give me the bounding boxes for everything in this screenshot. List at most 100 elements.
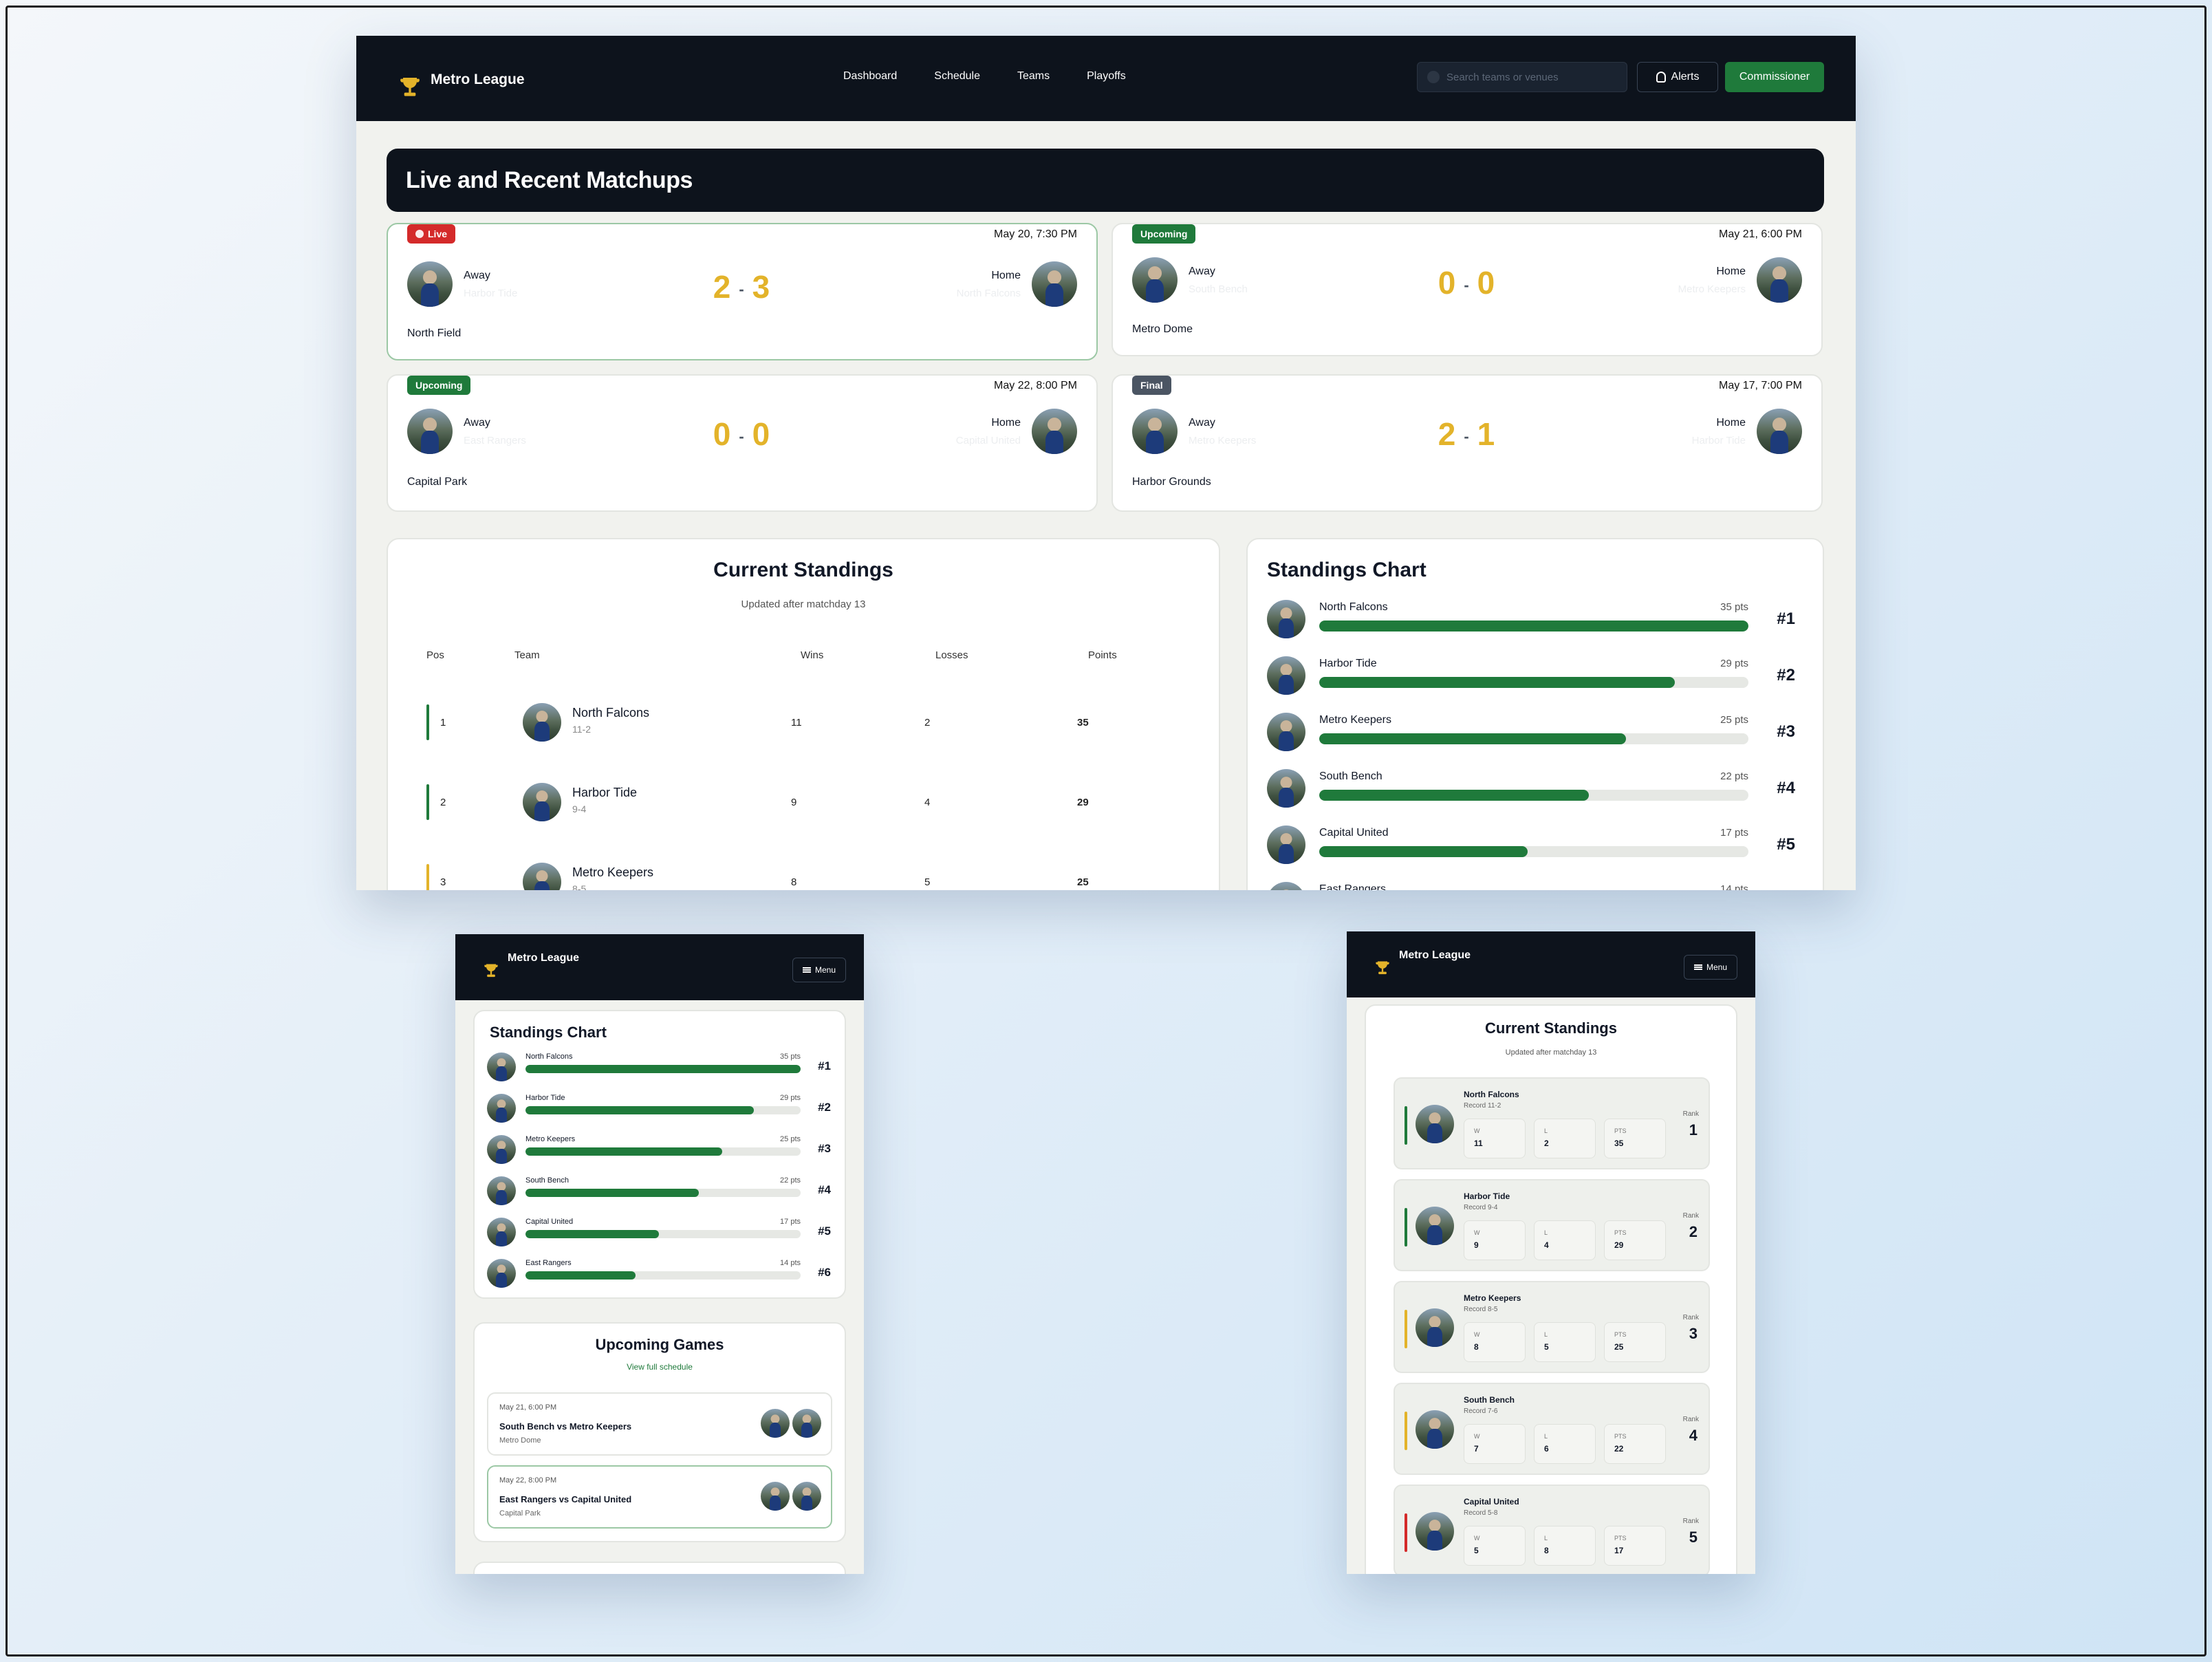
search-input[interactable]: Search teams or venues	[1417, 62, 1627, 92]
bar-points: 22 pts	[780, 1176, 801, 1185]
standing-card[interactable]: Harbor Tide Record 9-4 W 9 L 4 PTS 29 Rank 2	[1394, 1179, 1710, 1271]
brand-name[interactable]: Metro League	[508, 952, 579, 964]
alerts-button[interactable]: Alerts	[1637, 62, 1718, 92]
rank-label: Rank	[1682, 1212, 1699, 1220]
game-venue: Capital Park	[499, 1509, 541, 1518]
away-score: 2	[1438, 416, 1457, 452]
upcoming-games-panel: Upcoming Games View full schedule May 21…	[473, 1322, 846, 1542]
bar-points: 14 pts	[780, 1259, 801, 1267]
col-team: Team	[514, 649, 540, 661]
standings-chart-panel: Standings Chart North Falcons 35 pts #1 …	[473, 1010, 846, 1299]
standing-card[interactable]: Capital United Record 5-8 W 5 L 8 PTS 17 Rank 5	[1394, 1485, 1710, 1574]
score: 0-0	[1113, 264, 1821, 301]
wins-box: W 11	[1464, 1119, 1526, 1158]
status-label: Upcoming	[1140, 228, 1188, 239]
menu-button[interactable]: Menu	[792, 958, 846, 982]
chart-row: North Falcons 35 pts #1	[487, 1053, 831, 1088]
match-card[interactable]: Upcoming May 21, 6:00 PM Away South Benc…	[1112, 223, 1823, 356]
table-row[interactable]: 2 Harbor Tide 9-4 9 4 29	[388, 770, 1219, 825]
bar-track	[1319, 846, 1748, 857]
table-row[interactable]: 1 North Falcons 11-2 11 2 35	[388, 691, 1219, 746]
alerts-label: Alerts	[1671, 71, 1700, 83]
points-box: PTS 29	[1604, 1220, 1666, 1260]
team-name: Harbor Tide	[1464, 1191, 1510, 1201]
standings-subtitle: Updated after matchday 13	[741, 598, 866, 610]
bar-rank: #1	[1777, 609, 1795, 628]
team-avatar	[1416, 1308, 1454, 1347]
bar-points: 25 pts	[1720, 714, 1748, 726]
nav-schedule[interactable]: Schedule	[934, 70, 980, 83]
standings-title: Current Standings	[1485, 1019, 1617, 1037]
team-avatar	[523, 783, 561, 821]
team-avatar	[1267, 713, 1305, 751]
bell-icon	[1656, 72, 1666, 83]
game-card[interactable]: May 22, 8:00 PM East Rangers vs Capital …	[487, 1465, 832, 1529]
chart-row: Capital United 17 pts #5	[487, 1218, 831, 1253]
rank-accent	[1405, 1412, 1407, 1450]
trophy-icon	[1373, 959, 1394, 980]
bar-rank: #2	[818, 1101, 831, 1114]
score-separator: -	[1464, 427, 1471, 445]
bar-team-name: North Falcons	[1319, 601, 1388, 613]
losses-value: 2	[1544, 1138, 1549, 1148]
bar-points: 35 pts	[780, 1053, 801, 1061]
bar-team-name: East Rangers	[525, 1259, 572, 1267]
status-badge: Upcoming	[1132, 224, 1196, 244]
col-pos: Pos	[426, 649, 444, 661]
chart-row: Harbor Tide 29 pts #2	[487, 1094, 831, 1130]
standing-card[interactable]: North Falcons Record 11-2 W 11 L 2 PTS 35 Rank 1	[1394, 1077, 1710, 1169]
bar-track	[525, 1271, 801, 1280]
points-box: PTS 22	[1604, 1424, 1666, 1464]
chart-row: Metro Keepers 25 pts #3	[487, 1135, 831, 1171]
team-avatar	[792, 1409, 821, 1438]
match-card[interactable]: Upcoming May 22, 8:00 PM Away East Range…	[387, 374, 1098, 512]
wins-box: W8	[1464, 1322, 1526, 1362]
view-schedule-link[interactable]: View full schedule	[475, 1362, 845, 1372]
standing-card[interactable]: South Bench Record 7-6 W 7 L 6 PTS 22 Rank 4	[1394, 1383, 1710, 1475]
table-row[interactable]: 3 Metro Keepers 8-5 8 5 25	[388, 850, 1219, 890]
wins-value: 7	[1474, 1444, 1479, 1454]
losses-value: 8	[1544, 1546, 1549, 1555]
team-avatar	[1267, 600, 1305, 638]
nav-dashboard[interactable]: Dashboard	[843, 70, 897, 83]
match-card[interactable]: Live May 20, 7:30 PM Away Harbor Tide 2-…	[387, 223, 1098, 360]
brand-name: Metro League	[431, 72, 525, 87]
standings-subtitle: Updated after matchday 13	[1505, 1048, 1597, 1057]
search-icon	[1427, 71, 1440, 83]
bar-track	[525, 1147, 801, 1156]
home-avatar	[1757, 257, 1802, 303]
menu-button[interactable]: Menu	[1684, 955, 1737, 980]
bar-rank: #3	[1777, 722, 1795, 741]
rank-value: 1	[1689, 1121, 1698, 1138]
losses-label: L	[1544, 1433, 1548, 1440]
points-box: PTS 17	[1604, 1526, 1666, 1566]
losses-cell: 5	[924, 876, 931, 888]
standing-card[interactable]: Metro Keepers Record 8-5 W 8 L 5 PTS 25 Rank 3	[1394, 1281, 1710, 1373]
score: 2-3	[388, 268, 1096, 305]
team-avatar	[487, 1135, 516, 1164]
match-time: May 21, 6:00 PM	[1719, 228, 1802, 240]
losses-label: L	[1544, 1229, 1548, 1236]
points-cell: 35	[1077, 717, 1089, 729]
brand[interactable]: Metro League	[396, 55, 525, 105]
losses-label: L	[1544, 1535, 1548, 1542]
losses-value: 5	[1544, 1342, 1549, 1352]
wins-value: 11	[1474, 1138, 1483, 1148]
score-separator: -	[739, 280, 746, 298]
nav-teams[interactable]: Teams	[1017, 70, 1050, 83]
bar-fill	[525, 1147, 722, 1156]
bar-points: 25 pts	[780, 1135, 801, 1143]
home-score: 0	[752, 416, 772, 452]
wins-label: W	[1474, 1127, 1480, 1134]
nav-playoffs[interactable]: Playoffs	[1087, 70, 1126, 83]
rank-accent	[426, 864, 429, 890]
bar-points: 29 pts	[780, 1094, 801, 1102]
hamburger-icon	[1693, 964, 1702, 970]
brand-name[interactable]: Metro League	[1399, 949, 1471, 962]
bar-track	[525, 1230, 801, 1238]
game-card[interactable]: May 21, 6:00 PM South Bench vs Metro Kee…	[487, 1392, 832, 1456]
bar-fill	[1319, 846, 1528, 857]
match-card[interactable]: Final May 17, 7:00 PM Away Metro Keepers…	[1112, 374, 1823, 512]
commissioner-button[interactable]: Commissioner	[1725, 62, 1824, 92]
losses-box: L6	[1534, 1424, 1596, 1464]
